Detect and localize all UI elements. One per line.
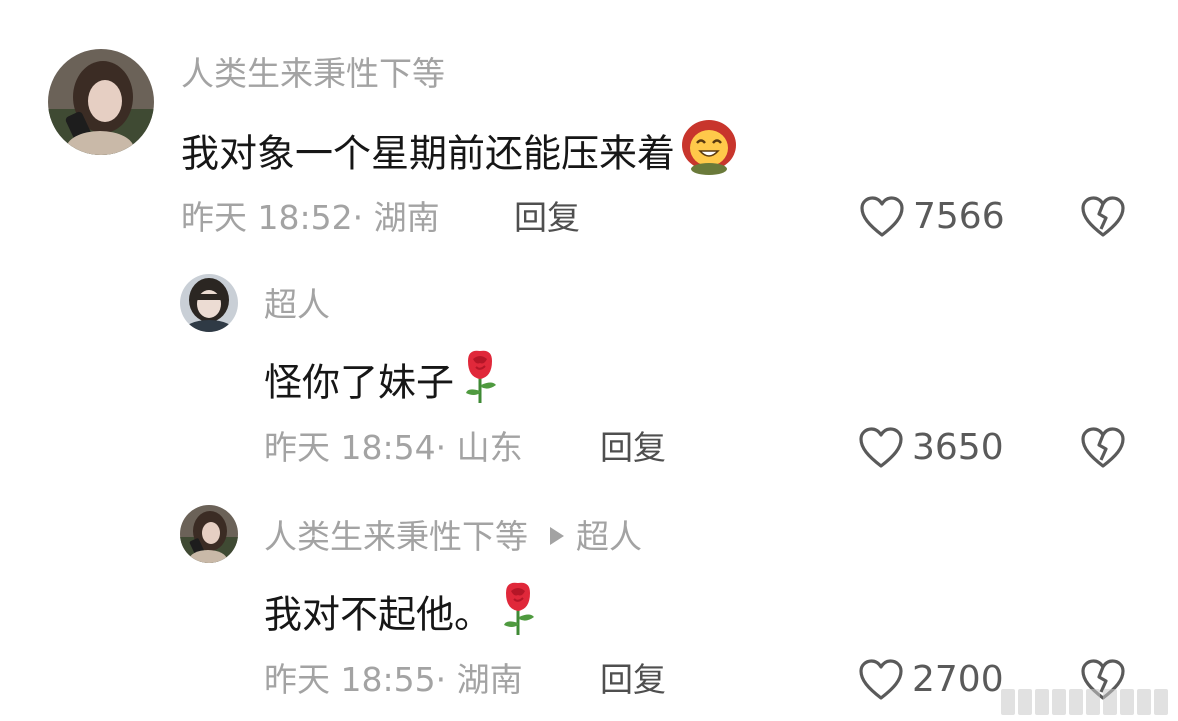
reply-item: 超人 怪你了妹子 昨天 18:54· 山东 回复 3650: [0, 250, 1178, 490]
heart-icon: [860, 196, 904, 237]
like-button[interactable]: 3650: [858, 426, 1004, 470]
grin-hood-emoji: [679, 119, 739, 185]
comment-text: 我对不起他。: [264, 582, 542, 651]
like-button[interactable]: 2700: [858, 658, 1004, 702]
comment-text-body: 我对不起他。: [264, 592, 493, 637]
reply-arrow-icon: [550, 526, 564, 545]
reply-item: 人类生来秉性下等 超人 我对不起他。 昨天 18:55· 湖南 回复 2700: [0, 490, 1178, 721]
heart-icon: [859, 659, 903, 700]
comment-text-body: 怪你了妹子: [264, 360, 455, 405]
avatar[interactable]: [48, 49, 154, 155]
reply-button[interactable]: 回复: [600, 660, 666, 700]
username[interactable]: 人类生来秉性下等: [181, 54, 445, 94]
rose-emoji: [496, 579, 542, 647]
comment-meta: 昨天 18:55· 湖南: [264, 660, 523, 699]
username[interactable]: 超人: [264, 285, 330, 325]
like-count: 7566: [913, 196, 1005, 237]
comment-meta: 昨天 18:54· 山东: [264, 428, 523, 467]
reply-author[interactable]: 人类生来秉性下等: [264, 517, 528, 556]
broken-heart-icon: [1081, 427, 1125, 468]
reply-target[interactable]: 超人: [576, 517, 642, 556]
like-button[interactable]: 7566: [859, 195, 1005, 239]
username: 人类生来秉性下等 超人: [264, 517, 642, 557]
dislike-button[interactable]: [1080, 195, 1126, 243]
reply-button[interactable]: 回复: [514, 198, 580, 238]
heart-icon: [859, 427, 903, 468]
comment-meta: 昨天 18:52· 湖南: [181, 198, 440, 237]
reply-button[interactable]: 回复: [600, 428, 666, 468]
avatar[interactable]: [180, 274, 238, 332]
comment-text: 怪你了妹子: [264, 350, 504, 419]
dislike-button[interactable]: [1080, 426, 1126, 474]
comment-item: 人类生来秉性下等 我对象一个星期前还能压来着 昨天 18:52· 湖南 回复 7…: [0, 0, 1178, 250]
watermark: [1001, 689, 1168, 715]
comment-text: 我对象一个星期前还能压来着: [181, 120, 739, 189]
like-count: 3650: [912, 427, 1004, 468]
broken-heart-icon: [1081, 196, 1125, 237]
avatar[interactable]: [180, 505, 238, 563]
rose-emoji: [458, 347, 504, 415]
like-count: 2700: [912, 659, 1004, 700]
comment-text-body: 我对象一个星期前还能压来着: [181, 131, 676, 176]
